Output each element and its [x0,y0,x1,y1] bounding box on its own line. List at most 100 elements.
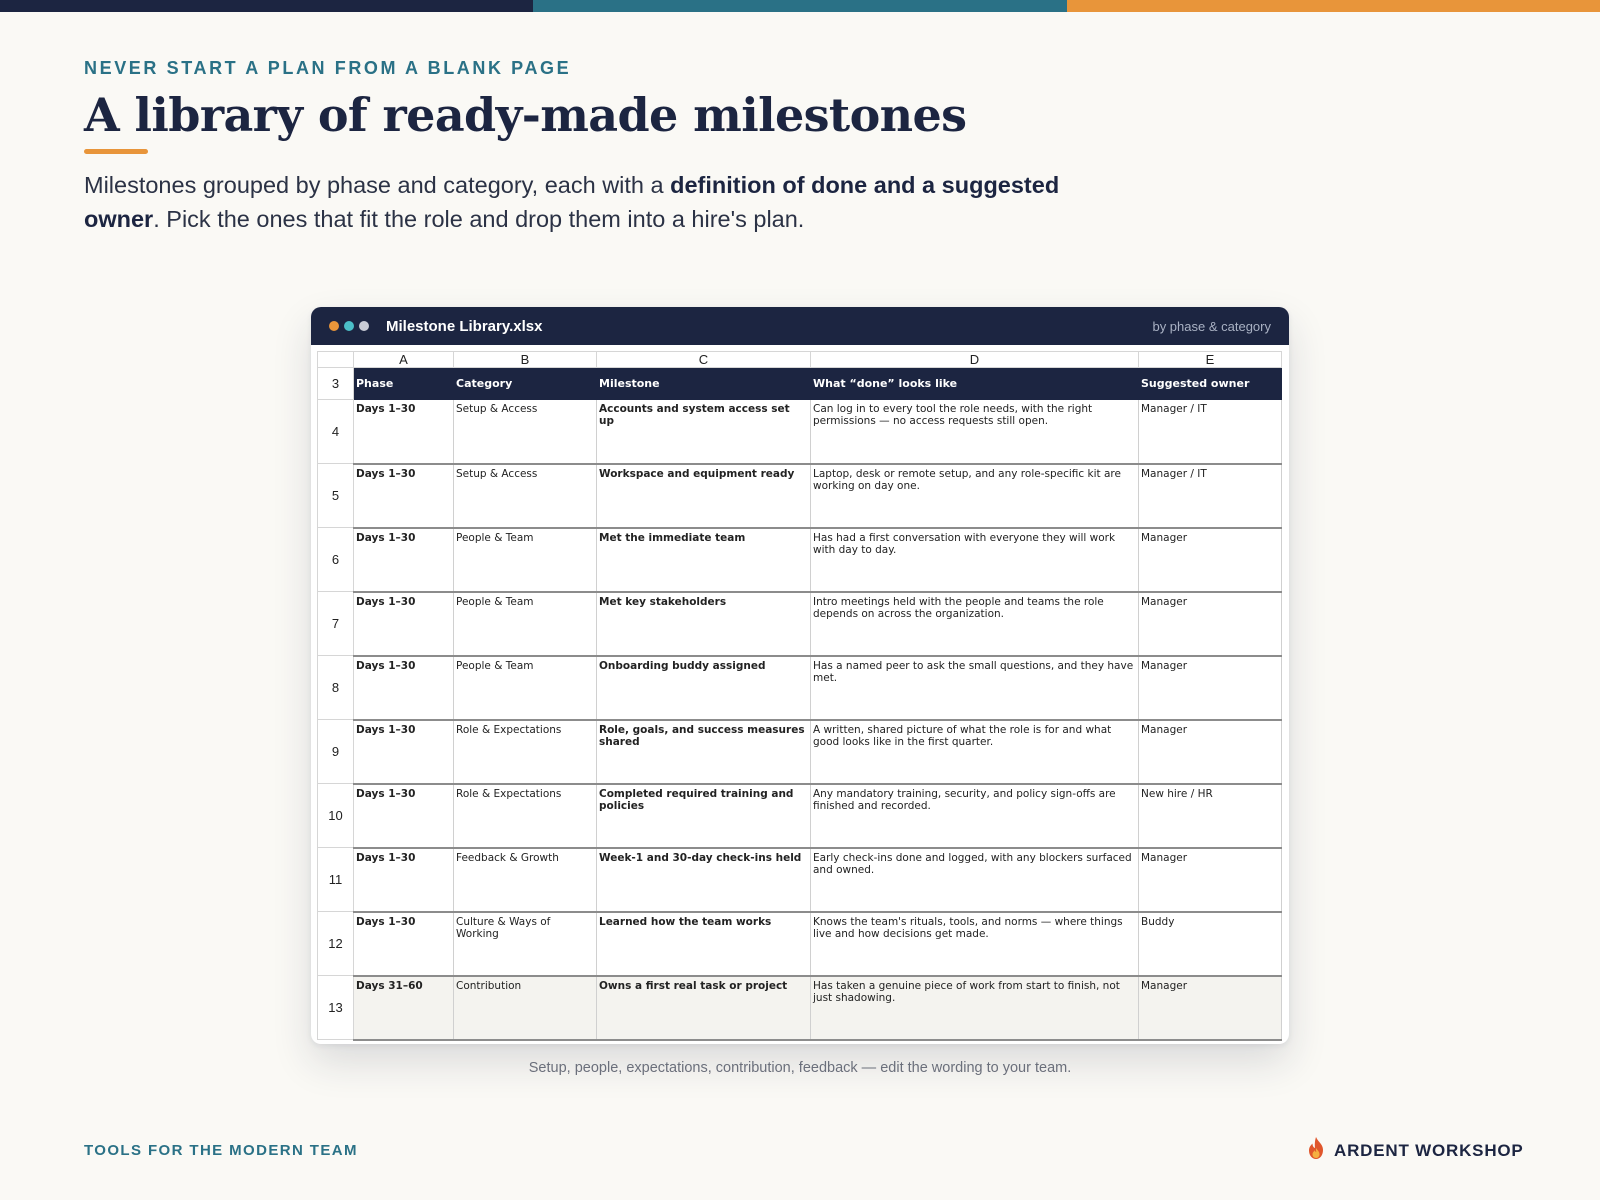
cell-phase[interactable]: Days 1–30 [353,399,454,465]
cell-category[interactable]: People & Team [453,591,597,657]
cell-phase[interactable]: Days 1–30 [353,783,454,849]
cell-suggested-owner[interactable]: New hire / HR [1138,783,1282,849]
cell-phase[interactable]: Days 1–30 [353,527,454,593]
row-number[interactable]: 13 [317,975,354,1040]
table-header-row: 3 Phase Category Milestone What “done” l… [317,367,1282,400]
column-header-e[interactable]: E [1138,351,1282,368]
row-number[interactable]: 11 [317,847,354,912]
table-row: 13 Days 31–60 Contribution Owns a first rea… [317,975,1282,1041]
cell-suggested-owner[interactable]: Manager [1138,591,1282,657]
cell-suggested-owner[interactable]: Manager [1138,847,1282,913]
footer-brand[interactable]: ARDENT WORKSHOP [1306,1136,1524,1165]
header-suggested-owner[interactable]: Suggested owner [1138,367,1282,400]
cell-milestone[interactable]: Onboarding buddy assigned [596,655,811,721]
cell-definition-of-done[interactable]: Has a named peer to ask the small questi… [810,655,1139,721]
row-number[interactable]: 7 [317,591,354,656]
brand-name: ARDENT WORKSHOP [1334,1140,1524,1160]
row-number[interactable]: 4 [317,399,354,464]
cell-milestone[interactable]: Met key stakeholders [596,591,811,657]
cell-suggested-owner[interactable]: Manager [1138,719,1282,785]
column-header-a[interactable]: A [353,351,454,368]
window-view-label: by phase & category [1152,318,1271,334]
cell-suggested-owner[interactable]: Manager [1138,655,1282,721]
cell-suggested-owner[interactable]: Buddy [1138,911,1282,977]
row-number[interactable]: 5 [317,463,354,528]
table-row: 8 Days 1–30 People & Team Onboarding buddy … [317,655,1282,721]
select-all-corner[interactable] [317,351,354,368]
window-titlebar: Milestone Library.xlsx by phase & catego… [311,307,1289,345]
header-phase[interactable]: Phase [353,367,454,400]
cell-milestone[interactable]: Owns a first real task or project [596,975,811,1041]
cell-phase[interactable]: Days 1–30 [353,463,454,529]
cell-category[interactable]: Feedback & Growth [453,847,597,913]
cell-milestone[interactable]: Role, goals, and success measures shared [596,719,811,785]
header-milestone[interactable]: Milestone [596,367,811,400]
cell-milestone[interactable]: Met the immediate team [596,527,811,593]
top-accent-bar [0,0,1600,12]
cell-definition-of-done[interactable]: Has had a first conversation with everyo… [810,527,1139,593]
table-body: A B C D E 3 Phase Category Milestone Wha… [317,351,1282,1041]
row-number[interactable]: 9 [317,719,354,784]
table-row: 12 Days 1–30 Culture & Ways of Working Lear… [317,911,1282,977]
cell-definition-of-done[interactable]: Laptop, desk or remote setup, and any ro… [810,463,1139,529]
cell-phase[interactable]: Days 1–30 [353,847,454,913]
flame-icon [1306,1136,1326,1165]
column-header-c[interactable]: C [596,351,811,368]
cell-category[interactable]: Role & Expectations [453,783,597,849]
row-number[interactable]: 3 [317,367,354,400]
cell-category[interactable]: Culture & Ways of Working [453,911,597,977]
spreadsheet-window: Milestone Library.xlsx by phase & catego… [311,307,1289,1044]
cell-phase[interactable]: Days 31–60 [353,975,454,1041]
accent-segment-navy [0,0,534,12]
eyebrow-text: NEVER START A PLAN FROM A BLANK PAGE [84,58,572,78]
cell-suggested-owner[interactable]: Manager / IT [1138,399,1282,465]
column-letter-row: A B C D E [317,351,1282,368]
row-number[interactable]: 10 [317,783,354,848]
cell-suggested-owner[interactable]: Manager [1138,975,1282,1041]
page-title: A library of ready-made milestones [84,88,967,142]
cell-definition-of-done[interactable]: Any mandatory training, security, and po… [810,783,1139,849]
header-definition-of-done[interactable]: What “done” looks like [810,367,1139,400]
cell-definition-of-done[interactable]: Has taken a genuine piece of work from s… [810,975,1139,1041]
cell-definition-of-done[interactable]: A written, shared picture of what the ro… [810,719,1139,785]
row-number[interactable]: 6 [317,527,354,592]
cell-milestone[interactable]: Week-1 and 30-day check-ins held [596,847,811,913]
cell-suggested-owner[interactable]: Manager / IT [1138,463,1282,529]
cell-phase[interactable]: Days 1–30 [353,911,454,977]
table-row: 4 Days 1–30 Setup & Access Accounts and sys… [317,399,1282,465]
title-underline [84,149,148,154]
cell-category[interactable]: Setup & Access [453,463,597,529]
cell-category[interactable]: Contribution [453,975,597,1041]
column-header-d[interactable]: D [810,351,1139,368]
cell-phase[interactable]: Days 1–30 [353,591,454,657]
cell-suggested-owner[interactable]: Manager [1138,527,1282,593]
window-dot-grey[interactable] [359,321,369,331]
table-row: 11 Days 1–30 Feedback & Growth Week-1 and 3… [317,847,1282,913]
cell-category[interactable]: People & Team [453,527,597,593]
accent-segment-teal [533,0,1067,12]
cell-milestone[interactable]: Workspace and equipment ready [596,463,811,529]
cell-definition-of-done[interactable]: Early check-ins done and logged, with an… [810,847,1139,913]
window-dot-teal[interactable] [344,321,354,331]
cell-phase[interactable]: Days 1–30 [353,655,454,721]
cell-category[interactable]: Setup & Access [453,399,597,465]
table-row: 7 Days 1–30 People & Team Met key stakehold… [317,591,1282,657]
cell-category[interactable]: People & Team [453,655,597,721]
cell-milestone[interactable]: Accounts and system access set up [596,399,811,465]
cell-milestone[interactable]: Completed required training and policies [596,783,811,849]
subtitle-text: Milestones grouped by phase and category… [84,172,671,198]
cell-definition-of-done[interactable]: Knows the team's rituals, tools, and nor… [810,911,1139,977]
header-category[interactable]: Category [453,367,597,400]
window-dot-orange[interactable] [329,321,339,331]
row-number[interactable]: 8 [317,655,354,720]
table-row: 5 Days 1–30 Setup & Access Workspace and eq… [317,463,1282,529]
table-row: 10 Days 1–30 Role & Expectations Completed … [317,783,1282,849]
cell-category[interactable]: Role & Expectations [453,719,597,785]
column-header-b[interactable]: B [453,351,597,368]
figure-caption: Setup, people, expectations, contributio… [528,1060,1072,1076]
cell-definition-of-done[interactable]: Intro meetings held with the people and … [810,591,1139,657]
cell-phase[interactable]: Days 1–30 [353,719,454,785]
row-number[interactable]: 12 [317,911,354,976]
cell-definition-of-done[interactable]: Can log in to every tool the role needs,… [810,399,1139,465]
cell-milestone[interactable]: Learned how the team works [596,911,811,977]
